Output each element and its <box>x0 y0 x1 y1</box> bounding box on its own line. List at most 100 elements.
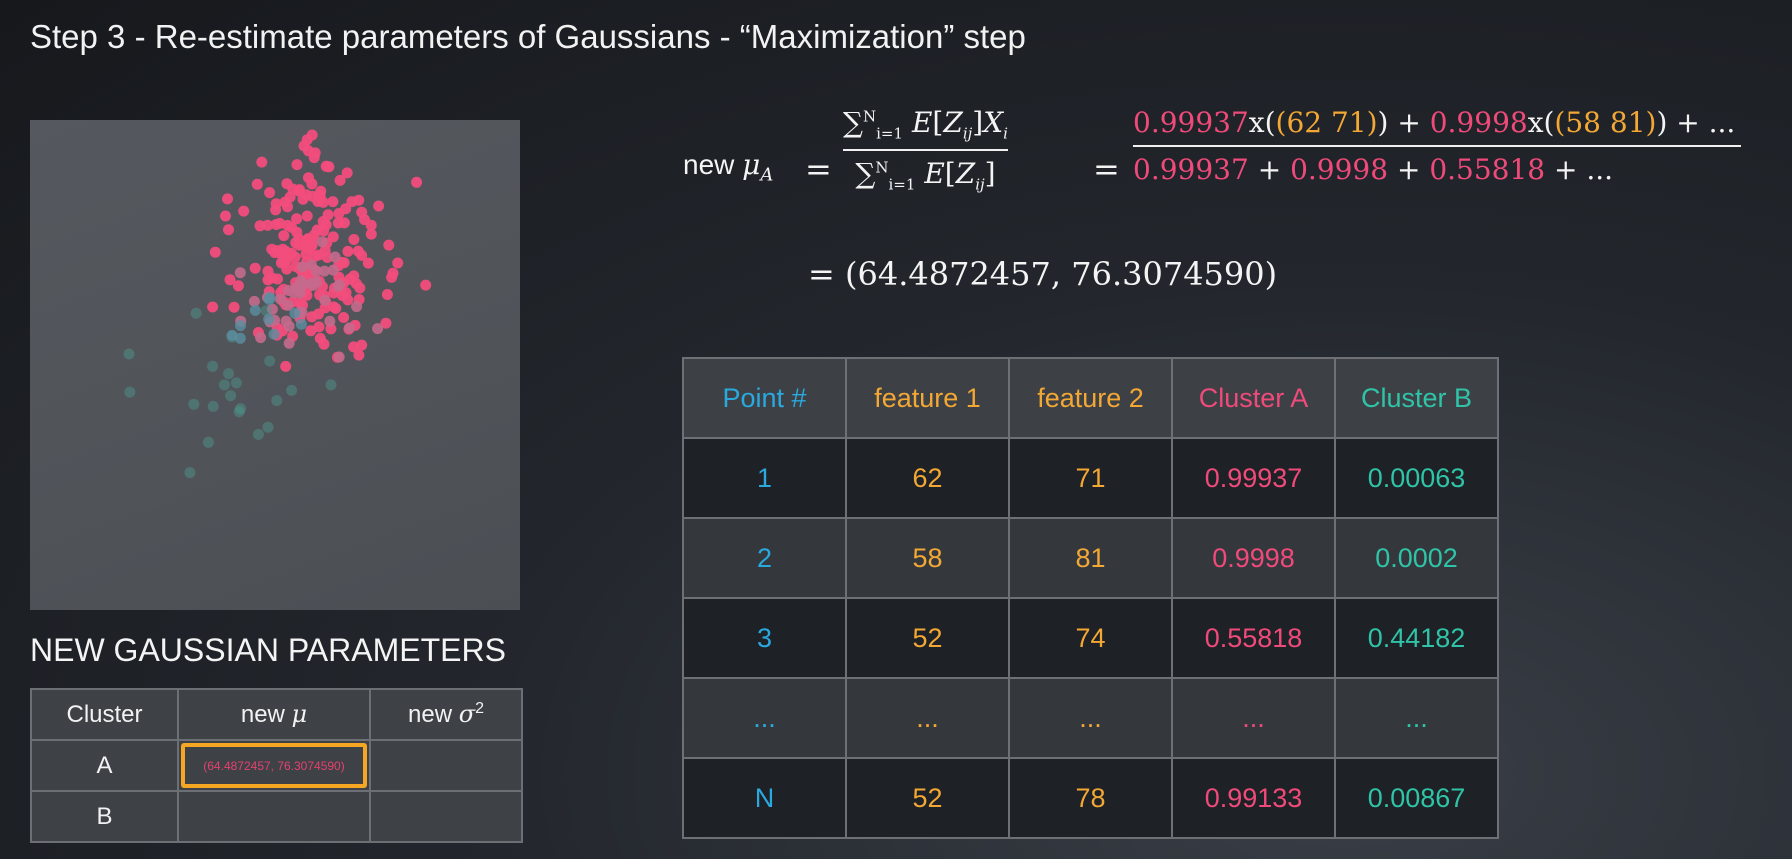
params-heading: NEW GAUSSIAN PARAMETERS <box>30 632 506 668</box>
cluster-a-point <box>305 325 317 337</box>
cluster-b-point <box>325 379 337 391</box>
cluster-b-point <box>190 307 202 319</box>
cluster-a-point <box>348 341 360 353</box>
cell-point: 3 <box>682 597 847 679</box>
cluster-scatter-plot <box>30 120 520 610</box>
cluster-a-point <box>256 156 268 168</box>
mixed-point <box>327 264 339 276</box>
cluster-a-point <box>327 231 339 243</box>
params-sigma-a <box>369 739 523 792</box>
mixed-point <box>344 322 355 334</box>
cluster-b-point <box>226 329 238 341</box>
cell-feature-1: 52 <box>845 597 1010 679</box>
cluster-a-point <box>312 196 324 207</box>
mixed-point <box>280 315 292 327</box>
cluster-a-point <box>254 220 266 232</box>
cluster-a-point <box>373 200 385 212</box>
responsibility-table: Point # feature 1 feature 2 Cluster A Cl… <box>682 357 1499 839</box>
cell-feature-2: 74 <box>1008 597 1173 679</box>
table-row: N 52 78 0.99133 0.00867 <box>682 757 1499 839</box>
cell-feature-2: 81 <box>1008 517 1173 599</box>
cell-cluster-b: 0.0002 <box>1334 517 1499 599</box>
params-row-b: B <box>30 790 523 843</box>
cluster-a-point <box>387 267 399 279</box>
cluster-a-point <box>291 213 303 225</box>
cluster-a-point <box>383 239 395 251</box>
table-row: 2 58 81 0.9998 0.0002 <box>682 517 1499 599</box>
header-feature-2: feature 2 <box>1008 357 1173 439</box>
mixed-point <box>333 279 345 291</box>
cell-point: N <box>682 757 847 839</box>
cluster-a-point <box>281 263 293 275</box>
cell-cluster-a: 0.99133 <box>1171 757 1336 839</box>
params-row-a: A (64.4872457, 76.3074590) <box>30 739 523 792</box>
cluster-a-point <box>223 224 234 236</box>
cluster-a-point <box>341 167 353 179</box>
table-header-row: Point # feature 1 feature 2 Cluster A Cl… <box>682 357 1499 439</box>
params-header-sigma: new σ2 <box>369 688 523 741</box>
cluster-a-point <box>278 230 290 242</box>
cluster-a-point <box>365 228 377 240</box>
cluster-b-point <box>252 428 264 440</box>
cluster-a-point <box>238 205 250 217</box>
cluster-a-point <box>348 234 360 245</box>
cluster-a-point <box>251 178 263 190</box>
cluster-a-point <box>209 246 221 258</box>
mixed-point <box>319 294 331 306</box>
cluster-b-point <box>184 467 196 479</box>
cell-feature-1: 62 <box>845 437 1010 519</box>
cluster-a-point <box>346 196 358 208</box>
cluster-a-point <box>291 159 303 171</box>
header-feature-1: feature 1 <box>845 357 1010 439</box>
numeric-fraction: 0.99937x((62 71)) + 0.9998x((58 81)) + .… <box>1133 106 1742 186</box>
cluster-a-point <box>270 219 282 230</box>
cluster-a-point <box>271 245 283 257</box>
cluster-b-point <box>207 400 219 412</box>
cluster-a-point <box>354 282 366 294</box>
table-row: 1 62 71 0.99937 0.00063 <box>682 437 1499 519</box>
mixed-point <box>329 251 341 263</box>
cell-cluster-b: 0.00867 <box>1334 757 1499 839</box>
cluster-b-point <box>295 318 307 330</box>
params-cluster-a: A <box>30 739 179 792</box>
cell-point: 2 <box>682 517 847 599</box>
cluster-b-point <box>263 313 275 325</box>
header-point: Point # <box>682 357 847 439</box>
cluster-a-point <box>289 251 301 263</box>
cell-feature-2: 78 <box>1008 757 1173 839</box>
mixed-point <box>274 293 286 305</box>
cluster-a-point <box>262 265 274 277</box>
cell-cluster-a: 0.99937 <box>1171 437 1336 519</box>
cluster-a-point <box>303 172 314 184</box>
cell-cluster-a: 0.9998 <box>1171 517 1336 599</box>
cluster-a-point <box>291 226 303 238</box>
cluster-a-point <box>279 196 291 208</box>
cluster-a-point <box>323 161 335 173</box>
cell-cluster-b: 0.00063 <box>1334 437 1499 519</box>
mixed-point <box>333 351 345 363</box>
mean-update-formula: new μA = ∑Ni=1 E[Zij]Xi ∑Ni=1 E[Zij] = 0… <box>683 100 1783 220</box>
cell-feature-1: 58 <box>845 517 1010 599</box>
cluster-a-point <box>293 185 305 197</box>
cluster-b-point <box>289 307 301 319</box>
cell-cluster-a: 0.55818 <box>1171 597 1336 679</box>
cluster-a-point <box>352 245 364 257</box>
cluster-b-point <box>218 379 230 391</box>
cluster-b-point <box>286 384 298 396</box>
mixed-point <box>283 337 295 349</box>
header-cluster-a: Cluster A <box>1171 357 1336 439</box>
cluster-b-point <box>271 395 283 407</box>
cluster-a-point <box>327 196 339 208</box>
formula-result: = (64.4872457, 76.3074590) <box>808 255 1278 293</box>
cluster-a-point <box>264 187 276 199</box>
params-cluster-b: B <box>30 790 179 843</box>
cell-feature-1: 52 <box>845 757 1010 839</box>
cluster-b-point <box>268 328 280 340</box>
mixed-point <box>351 301 363 313</box>
params-table: Cluster new μ new σ2 A (64.4872457, 76.3… <box>30 688 523 843</box>
cell-feature-2: 71 <box>1008 437 1173 519</box>
header-cluster-b: Cluster B <box>1334 357 1499 439</box>
cell-point: 1 <box>682 437 847 519</box>
cell-feature-1: ... <box>845 677 1010 759</box>
cluster-a-point <box>333 208 345 219</box>
